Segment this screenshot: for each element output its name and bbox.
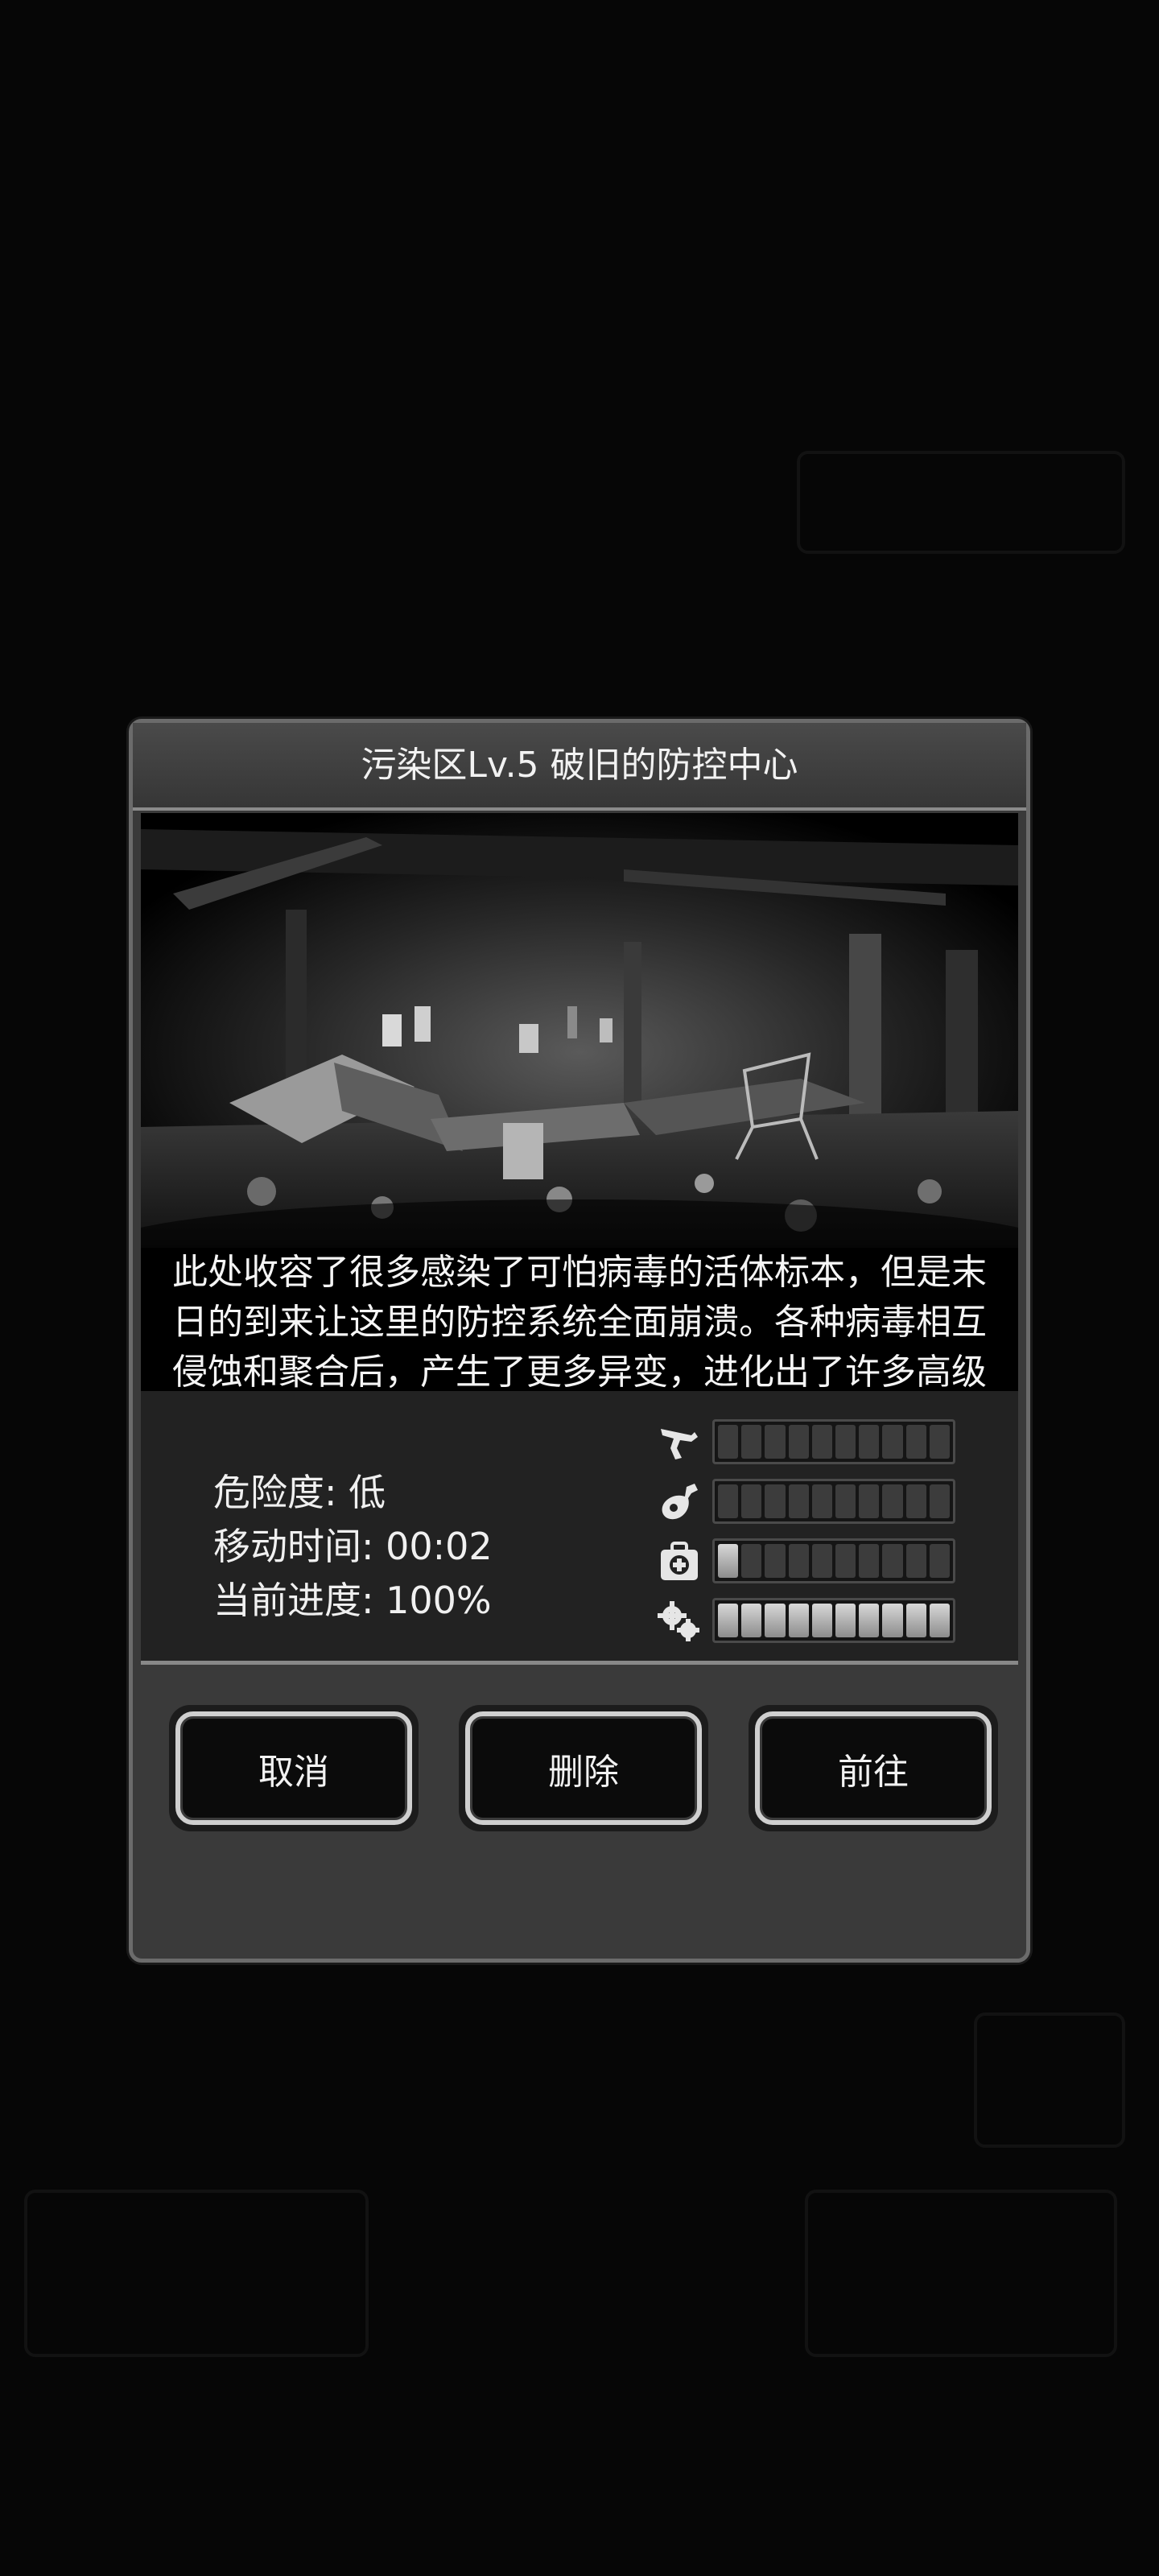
bar-segment — [835, 1544, 856, 1578]
delete-button[interactable]: 删除 — [465, 1711, 702, 1825]
resource-food — [656, 1479, 955, 1525]
resource-weapons — [656, 1419, 955, 1466]
background-panel — [805, 2190, 1117, 2357]
food-bar — [712, 1479, 955, 1524]
bar-segment — [929, 1544, 951, 1578]
bar-segment — [718, 1604, 739, 1637]
bar-segment — [718, 1484, 739, 1518]
dialog-actions: 取消 删除 前往 — [141, 1673, 1018, 1951]
danger-level: 危险度: 低 — [213, 1471, 386, 1514]
go-button-frame: 前往 — [749, 1705, 998, 1831]
bar-segment — [741, 1425, 762, 1459]
bar-segment — [811, 1604, 833, 1637]
bar-segment — [765, 1544, 786, 1578]
bar-segment — [859, 1544, 880, 1578]
bar-segment — [929, 1425, 951, 1459]
move-time: 移动时间: 00:02 — [213, 1525, 493, 1568]
bar-segment — [741, 1484, 762, 1518]
bar-segment — [741, 1544, 762, 1578]
bar-segment — [882, 1544, 903, 1578]
bar-segment — [905, 1544, 926, 1578]
background-panel — [974, 2013, 1125, 2148]
bar-segment — [811, 1544, 833, 1578]
parts-bar — [712, 1598, 955, 1643]
current-progress: 当前进度: 100% — [213, 1579, 492, 1622]
medicine-bar — [712, 1538, 955, 1583]
bar-segment — [929, 1604, 951, 1637]
bar-segment — [859, 1425, 880, 1459]
bar-segment — [835, 1425, 856, 1459]
bar-segment — [859, 1604, 880, 1637]
medkit-icon — [661, 1542, 698, 1580]
resource-medicine — [656, 1538, 955, 1585]
bar-segment — [811, 1425, 833, 1459]
go-button[interactable]: 前往 — [755, 1711, 992, 1825]
bar-segment — [788, 1484, 809, 1518]
bar-segment — [788, 1425, 809, 1459]
background-panel — [797, 451, 1125, 554]
bar-segment — [765, 1604, 786, 1637]
bar-segment — [929, 1484, 951, 1518]
delete-button-frame: 删除 — [459, 1705, 708, 1831]
gun-icon — [661, 1429, 698, 1459]
bar-segment — [835, 1604, 856, 1637]
meat-icon — [662, 1484, 698, 1520]
cancel-button[interactable]: 取消 — [175, 1711, 412, 1825]
bar-segment — [788, 1544, 809, 1578]
background-panel — [24, 2190, 369, 2357]
bar-segment — [741, 1604, 762, 1637]
bar-segment — [765, 1425, 786, 1459]
dialog-title: 污染区Lv.5 破旧的防控中心 — [133, 723, 1026, 811]
bar-segment — [811, 1484, 833, 1518]
bar-segment — [765, 1484, 786, 1518]
bar-segment — [882, 1425, 903, 1459]
bar-segment — [882, 1484, 903, 1518]
zone-stats-panel: 危险度: 低 移动时间: 00:02 当前进度: 100% — [141, 1391, 1018, 1665]
bar-segment — [905, 1604, 926, 1637]
weapons-bar — [712, 1419, 955, 1464]
gears-icon — [658, 1601, 699, 1641]
cancel-button-frame: 取消 — [169, 1705, 419, 1831]
bar-segment — [718, 1425, 739, 1459]
bar-segment — [905, 1425, 926, 1459]
zone-dialog: 污染区Lv.5 破旧的防控中心 此处收容了很多感染了可怕病毒的活体标本，但是末日… — [129, 719, 1030, 1963]
ruins-illustration — [141, 813, 1018, 1248]
bar-segment — [788, 1604, 809, 1637]
bar-segment — [882, 1604, 903, 1637]
zone-description: 此处收容了很多感染了可怕病毒的活体标本，但是末日的到来让这里的防控系统全面崩溃。… — [141, 1248, 1018, 1391]
bar-segment — [718, 1544, 739, 1578]
bar-segment — [859, 1484, 880, 1518]
bar-segment — [835, 1484, 856, 1518]
resource-parts — [656, 1598, 955, 1645]
zone-scene-image — [141, 813, 1018, 1248]
bar-segment — [905, 1484, 926, 1518]
